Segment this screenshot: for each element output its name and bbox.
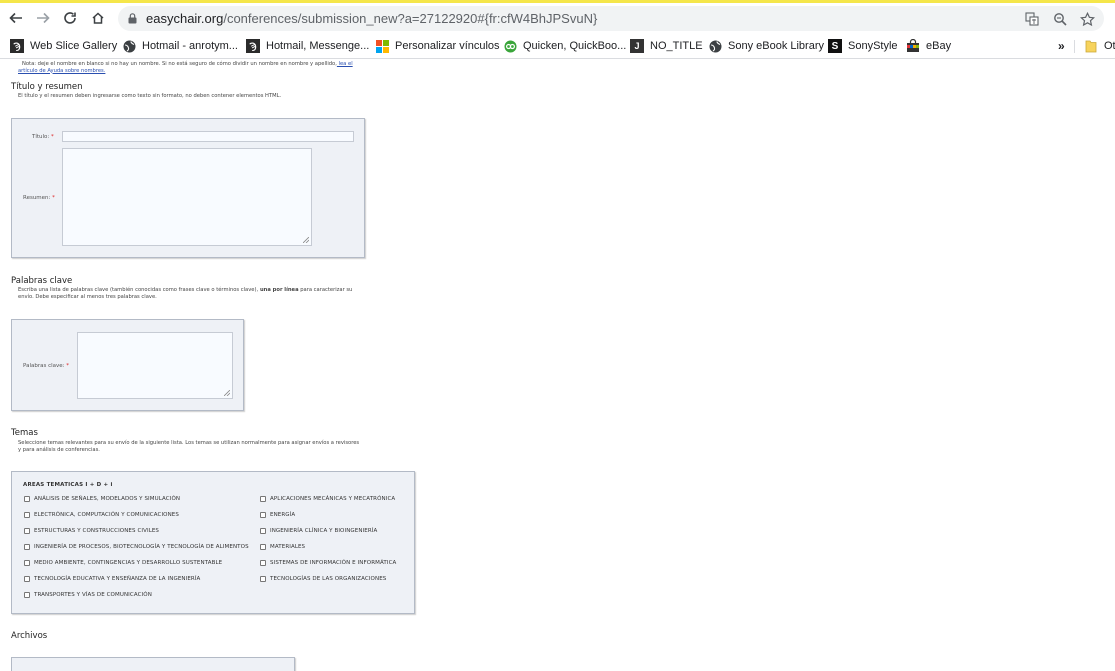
checkbox[interactable] xyxy=(24,560,30,566)
other-bookmarks[interactable]: Ot xyxy=(1084,37,1115,55)
resize-handle-icon[interactable] xyxy=(224,390,230,396)
topic-checkbox-row[interactable]: TRANSPORTES Y VÍAS DE COMUNICACIÓN xyxy=(24,592,152,598)
bookmark-ebay[interactable]: eBay xyxy=(906,37,951,55)
files-heading: Archivos xyxy=(11,631,48,641)
bookmark-sony-ebook-library[interactable]: Sony eBook Library xyxy=(708,37,824,55)
topic-checkbox-row[interactable]: INGENIERÍA DE PROCESOS, BIOTECNOLOGÍA Y … xyxy=(24,544,249,550)
checkbox[interactable] xyxy=(260,544,266,550)
keywords-desc: Escriba una lista de palabras clave (tam… xyxy=(18,287,353,300)
topics-group-title: AREAS TEMATICAS I + D + i xyxy=(23,482,113,488)
title-input[interactable] xyxy=(62,131,354,142)
checkbox[interactable] xyxy=(24,496,30,502)
checkbox[interactable] xyxy=(24,544,30,550)
topic-checkbox-row[interactable]: MEDIO AMBIENTE, CONTINGENCIAS Y DESARROL… xyxy=(24,560,222,566)
topic-checkbox-row[interactable]: INGENIERÍA CLÍNICA Y BIOINGENIERÍA xyxy=(260,528,377,534)
s-icon: S xyxy=(828,39,842,53)
quicken-icon xyxy=(503,39,517,53)
url-text: easychair.org/conferences/submission_new… xyxy=(146,11,598,26)
topic-checkbox-row[interactable]: ENERGÍA xyxy=(260,512,295,518)
reload-icon xyxy=(64,12,76,24)
bookmarks-bar: Ϡ Web Slice Gallery Hotmail - anrotym... … xyxy=(0,33,1115,59)
abstract-label: Resumen: * xyxy=(23,195,55,201)
page-content: Nota: deje el nombre en blanco si no hay… xyxy=(0,60,1115,671)
help-names-link[interactable]: lea el xyxy=(337,61,353,67)
keywords-textarea[interactable] xyxy=(77,332,233,399)
bookmarks-separator xyxy=(1074,40,1075,53)
title-abstract-heading: Título y resumen xyxy=(11,82,83,92)
bookmark-web-slice-gallery[interactable]: Ϡ Web Slice Gallery xyxy=(10,37,117,55)
lock-icon xyxy=(128,13,137,24)
home-button[interactable] xyxy=(87,7,109,29)
help-names-link-2[interactable]: artículo de Ayuda sobre nombres. xyxy=(18,68,105,74)
keywords-panel: Palabras clave: * xyxy=(11,319,244,411)
checkbox[interactable] xyxy=(260,528,266,534)
zoom-icon[interactable] xyxy=(1050,9,1070,29)
checkbox[interactable] xyxy=(260,576,266,582)
checkbox[interactable] xyxy=(260,512,266,518)
title-abstract-desc: El título y el resumen deben ingresarse … xyxy=(18,93,282,99)
checkbox[interactable] xyxy=(24,512,30,518)
title-abstract-panel: Título: * Resumen: * xyxy=(11,118,365,258)
web-slice-icon: Ϡ xyxy=(246,39,260,53)
shopping-icon xyxy=(906,39,920,53)
forward-button[interactable] xyxy=(32,7,54,29)
globe-icon xyxy=(708,39,722,53)
title-label: Título: * xyxy=(32,134,54,140)
bookmark-hotmail-anrotym[interactable]: Hotmail - anrotym... xyxy=(122,37,238,55)
bookmarks-overflow-button[interactable]: » xyxy=(1058,37,1065,55)
back-button[interactable] xyxy=(5,7,27,29)
topic-checkbox-row[interactable]: ELECTRÓNICA, COMPUTACIÓN Y COMUNICACIONE… xyxy=(24,512,179,518)
globe-icon xyxy=(122,39,136,53)
bookmark-sonystyle[interactable]: S SonyStyle xyxy=(828,37,898,55)
abstract-textarea[interactable] xyxy=(62,148,312,246)
topic-checkbox-row[interactable]: APLICACIONES MECÁNICAS Y MECATRÓNICA xyxy=(260,496,395,502)
checkbox[interactable] xyxy=(24,592,30,598)
bookmark-hotmail-messenger[interactable]: Ϡ Hotmail, Messenge... xyxy=(246,37,369,55)
bookmark-no-title[interactable]: J NO_TITLE xyxy=(630,37,703,55)
name-help-note: Nota: deje el nombre en blanco si no hay… xyxy=(18,61,353,74)
keywords-label: Palabras clave: * xyxy=(23,363,69,369)
home-icon xyxy=(92,12,104,24)
checkbox[interactable] xyxy=(260,496,266,502)
reload-button[interactable] xyxy=(59,7,81,29)
topics-panel: AREAS TEMATICAS I + D + i ANÁLISIS DE SE… xyxy=(11,471,415,614)
topic-checkbox-row[interactable]: TECNOLOGÍAS DE LAS ORGANIZACIONES xyxy=(260,576,386,582)
topics-heading: Temas xyxy=(11,428,38,438)
keywords-heading: Palabras clave xyxy=(11,276,73,286)
web-slice-icon: Ϡ xyxy=(10,39,24,53)
topic-checkbox-row[interactable]: TECNOLOGÍA EDUCATIVA Y ENSEÑANZA DE LA I… xyxy=(24,576,200,582)
topic-checkbox-row[interactable]: MATERIALES xyxy=(260,544,305,550)
topic-checkbox-row[interactable]: ANÁLISIS DE SEÑALES, MODELADOS Y SIMULAC… xyxy=(24,496,180,502)
checkbox[interactable] xyxy=(24,528,30,534)
topics-desc: Seleccione temas relevantes para su enví… xyxy=(18,440,360,453)
translate-icon[interactable] xyxy=(1022,9,1042,29)
folder-icon xyxy=(1084,39,1098,53)
arrow-left-icon xyxy=(9,12,22,24)
bookmark-quicken[interactable]: Quicken, QuickBoo... xyxy=(503,37,626,55)
topic-checkbox-row[interactable]: SISTEMAS DE INFORMACIÓN E INFORMÁTICA xyxy=(260,560,396,566)
browser-toolbar: easychair.org/conferences/submission_new… xyxy=(0,3,1115,33)
files-panel xyxy=(11,657,295,671)
address-bar[interactable]: easychair.org/conferences/submission_new… xyxy=(118,6,1104,31)
checkbox[interactable] xyxy=(260,560,266,566)
windows-icon xyxy=(375,39,389,53)
star-icon[interactable] xyxy=(1077,9,1097,29)
j-icon: J xyxy=(630,39,644,53)
checkbox[interactable] xyxy=(24,576,30,582)
topic-checkbox-row[interactable]: ESTRUCTURAS Y CONSTRUCCIONES CIVILES xyxy=(24,528,159,534)
bookmark-personalizar-vinculos[interactable]: Personalizar vínculos xyxy=(375,37,500,55)
resize-handle-icon[interactable] xyxy=(303,237,309,243)
arrow-right-icon xyxy=(37,12,50,24)
